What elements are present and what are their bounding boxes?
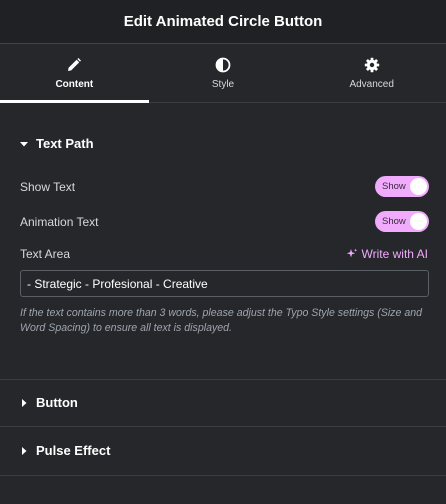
caret-right-icon xyxy=(22,398,27,407)
section-button[interactable]: Button xyxy=(20,395,78,410)
show-text-label: Show Text xyxy=(20,180,76,194)
toggle-knob xyxy=(410,213,427,230)
panel-header: Edit Animated Circle Button xyxy=(0,0,446,44)
show-text-toggle[interactable]: Show xyxy=(375,176,429,197)
animation-text-toggle[interactable]: Show xyxy=(375,211,429,232)
caret-down-icon xyxy=(20,141,28,146)
sparkle-icon xyxy=(346,248,357,258)
animation-text-toggle-label: Show xyxy=(382,216,406,227)
tab-style[interactable]: Style xyxy=(149,45,298,102)
tab-advanced[interactable]: Advanced xyxy=(297,45,446,102)
divider xyxy=(0,426,446,427)
section-pulse-effect[interactable]: Pulse Effect xyxy=(20,443,110,458)
tab-advanced-label: Advanced xyxy=(349,79,394,90)
half-circle-icon xyxy=(215,57,231,73)
gear-icon xyxy=(364,57,379,73)
caret-right-icon xyxy=(22,446,27,455)
write-with-ai-label: Write with AI xyxy=(361,247,428,261)
text-area-label: Text Area xyxy=(20,247,71,261)
tab-content-label: Content xyxy=(55,79,94,90)
divider xyxy=(0,379,446,380)
divider xyxy=(0,475,446,476)
pencil-icon xyxy=(68,58,82,71)
panel-title: Edit Animated Circle Button xyxy=(123,13,323,30)
tab-content[interactable]: Content xyxy=(0,45,149,103)
show-text-toggle-label: Show xyxy=(382,181,406,192)
section-pulse-effect-title: Pulse Effect xyxy=(36,443,111,458)
toggle-knob xyxy=(410,178,427,195)
animation-text-label: Animation Text xyxy=(20,215,99,229)
section-text-path[interactable]: Text Path xyxy=(20,136,94,151)
tab-bar: Content Style Advanced xyxy=(0,45,446,103)
write-with-ai-button[interactable]: Write with AI xyxy=(346,247,428,261)
section-text-path-title: Text Path xyxy=(36,136,94,151)
tab-style-label: Style xyxy=(211,79,235,90)
help-text: If the text contains more than 3 words, … xyxy=(20,307,422,334)
text-area-input[interactable] xyxy=(20,270,429,297)
section-button-title: Button xyxy=(36,395,78,410)
